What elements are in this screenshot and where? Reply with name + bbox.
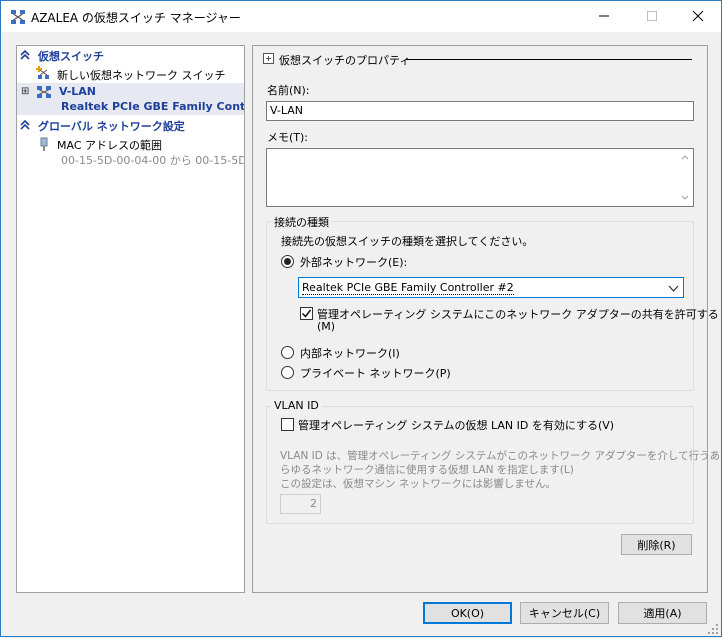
- title-bar[interactable]: AZALEA の仮想スイッチ マネージャー: [1, 1, 721, 32]
- vlan-description-line1: VLAN ID は、管理オペレーティング システムがこのネットワーク アダプター…: [280, 450, 721, 462]
- new-virtual-switch-item[interactable]: 新しい仮想ネットワーク スイッチ: [17, 64, 244, 82]
- navigation-pane: 仮想スイッチ 新しい仮想ネットワーク スイッチ ⊞ V-LAN Realtek …: [16, 45, 245, 593]
- mac-range-value: 00-15-5D-00-04-00 から 00-15-5D-...: [61, 154, 244, 167]
- app-icon: [10, 9, 26, 25]
- memo-label: メモ(T):: [267, 131, 309, 144]
- properties-icon: [263, 53, 274, 67]
- section-label: 仮想スイッチ: [38, 50, 104, 63]
- network-switch-icon: [36, 85, 52, 102]
- memo-textarea[interactable]: [266, 148, 694, 207]
- chevron-up-icon[interactable]: [20, 49, 30, 60]
- properties-pane: 仮想スイッチのプロパティ 名前(N): V-LAN メモ(T): 接続の種類 接…: [252, 45, 720, 593]
- radio-internal-label[interactable]: 内部ネットワーク(I): [300, 345, 400, 361]
- minimize-button[interactable]: [581, 1, 627, 31]
- maximize-button: [629, 1, 675, 31]
- vlan-enable-checkbox[interactable]: [281, 418, 294, 431]
- vlan-description-line3: この設定は、仮想マシン ネットワークには影響しません。: [280, 478, 557, 490]
- window-title: AZALEA の仮想スイッチ マネージャー: [31, 11, 241, 25]
- delete-button[interactable]: 削除(R): [621, 534, 692, 555]
- chevron-down-icon[interactable]: [668, 283, 679, 296]
- section-global-network-settings[interactable]: グローバル ネットワーク設定: [17, 117, 244, 134]
- vlan-enable-label[interactable]: 管理オペレーティング システムの仮想 LAN ID を有効にする(V): [298, 417, 614, 433]
- switch-name: V-LAN: [59, 85, 97, 98]
- mac-range-label: MAC アドレスの範囲: [57, 139, 162, 152]
- checkmark-icon: [301, 309, 312, 318]
- radio-private-network[interactable]: [281, 366, 294, 379]
- vlan-description-line2: らゆるネットワーク通信に使用する仮想 LAN を指定します(L): [280, 464, 574, 476]
- new-switch-label: 新しい仮想ネットワーク スイッチ: [57, 69, 226, 82]
- name-label: 名前(N):: [267, 84, 310, 97]
- ok-button[interactable]: OK(O): [423, 602, 512, 624]
- radio-private-label[interactable]: プライベート ネットワーク(P): [300, 365, 451, 381]
- connection-type-label: 接続の種類: [271, 214, 332, 230]
- mac-address-icon: [39, 137, 49, 155]
- radio-internal-network[interactable]: [281, 346, 294, 359]
- close-icon: [692, 10, 704, 22]
- chevron-up-icon[interactable]: [20, 119, 30, 130]
- switch-adapter: Realtek PCIe GBE Family Cont...: [61, 100, 244, 113]
- share-adapter-checkbox[interactable]: [300, 307, 313, 320]
- expand-toggle-icon[interactable]: ⊞: [21, 86, 29, 97]
- vlan-id-input: 2: [280, 494, 321, 514]
- switch-item-vlan[interactable]: ⊞ V-LAN Realtek PCIe GBE Family Cont...: [17, 83, 244, 115]
- apply-button[interactable]: 適用(A): [618, 602, 707, 624]
- radio-external-network[interactable]: [281, 255, 294, 268]
- adapter-select[interactable]: Realtek PCIe GBE Family Controller #2: [298, 277, 684, 298]
- minimize-icon: [599, 15, 609, 17]
- vlan-id-label: VLAN ID: [271, 399, 322, 412]
- vswitch-manager-window: AZALEA の仮想スイッチ マネージャー 仮想スイッチ 新しい仮想ネットワーク…: [0, 0, 722, 637]
- name-input[interactable]: V-LAN: [266, 101, 694, 121]
- radio-external-label[interactable]: 外部ネットワーク(E):: [300, 254, 407, 270]
- connection-instruction: 接続先の仮想スイッチの種類を選択してください。: [281, 235, 534, 248]
- maximize-icon: [647, 11, 657, 21]
- share-adapter-label[interactable]: 管理オペレーティング システムにこのネットワーク アダプターの共有を許可する: [317, 306, 719, 322]
- resize-grip-icon[interactable]: [707, 623, 719, 638]
- adapter-selected-value: Realtek PCIe GBE Family Controller #2: [302, 281, 514, 295]
- close-button[interactable]: [675, 1, 721, 31]
- memo-scrollbar[interactable]: [677, 149, 693, 206]
- properties-header: 仮想スイッチのプロパティ: [279, 54, 411, 67]
- cancel-button[interactable]: キャンセル(C): [520, 602, 609, 624]
- section-virtual-switches[interactable]: 仮想スイッチ: [17, 47, 244, 64]
- mac-address-range-item[interactable]: MAC アドレスの範囲 00-15-5D-00-04-00 から 00-15-5…: [17, 135, 244, 167]
- header-rule: [406, 59, 692, 60]
- share-adapter-label-cont: (M): [317, 320, 336, 333]
- new-switch-icon: [36, 66, 52, 82]
- section-label: グローバル ネットワーク設定: [38, 120, 185, 133]
